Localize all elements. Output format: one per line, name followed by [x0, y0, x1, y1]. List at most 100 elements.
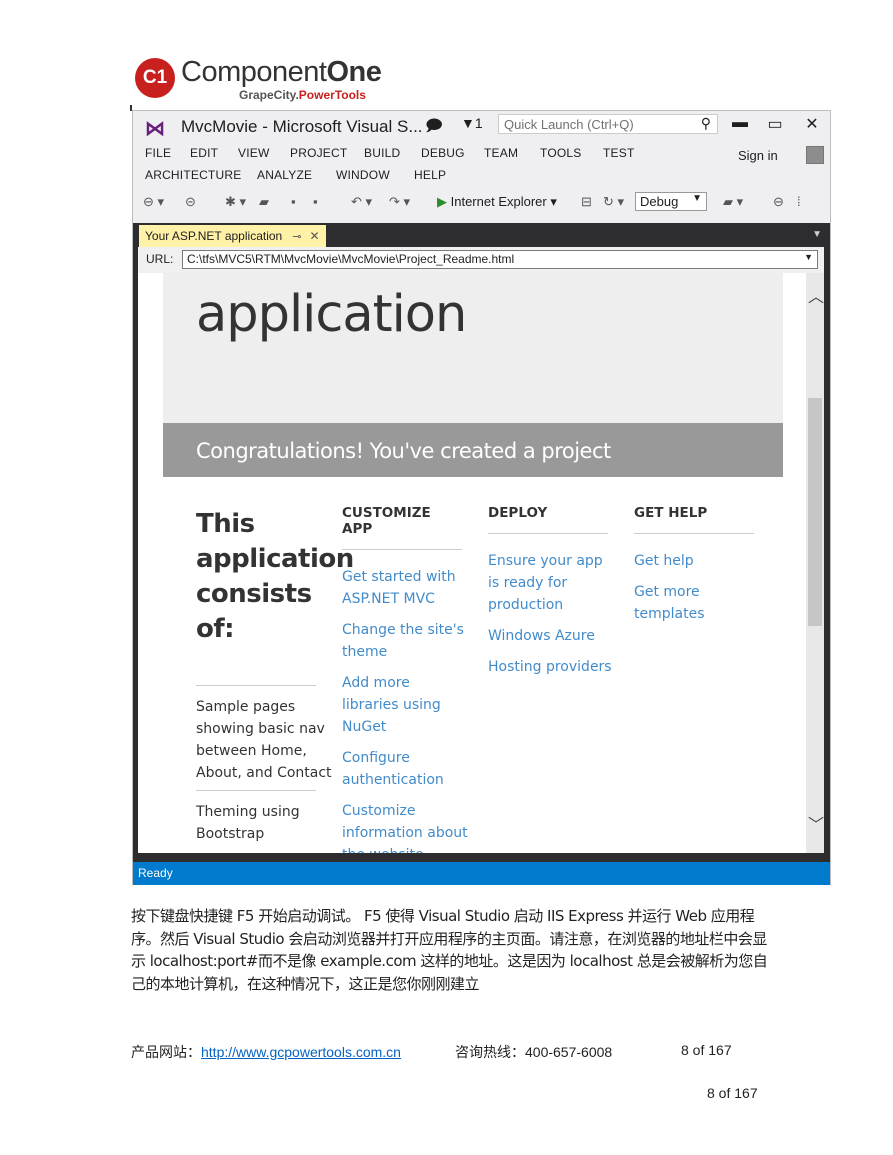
- minimize-icon[interactable]: ▬: [730, 114, 750, 132]
- chevron-down-icon[interactable]: ﹀: [808, 811, 824, 835]
- window-title: MvcMovie - Microsoft Visual S...: [181, 117, 423, 136]
- url-label: URL:: [146, 252, 174, 266]
- browser-link-icon[interactable]: ⊟: [581, 194, 592, 210]
- menu-architecture[interactable]: ARCHITECTURE: [145, 168, 241, 182]
- url-bar: URL: C:\tfs\MVC5\RTM\MvcMovie\MvcMovie\P…: [138, 247, 824, 273]
- menu-project[interactable]: PROJECT: [290, 146, 347, 160]
- scrollbar-thumb[interactable]: [808, 398, 822, 626]
- link-get-help[interactable]: Get help: [634, 550, 760, 572]
- close-icon[interactable]: ✕: [802, 114, 822, 134]
- undo-icon[interactable]: ↶ ▾: [351, 194, 372, 210]
- toolbar-overflow-icon[interactable]: ⊖: [773, 194, 784, 210]
- close-tab-icon[interactable]: ✕: [309, 229, 319, 243]
- intro-item: Theming using Bootstrap: [196, 804, 300, 842]
- congrats-text: Congratulations! You've created a projec…: [196, 439, 611, 463]
- logo-subline: GrapeCity.PowerTools: [239, 88, 366, 102]
- componentone-logo: C1 ComponentOne GrapeCity.PowerTools: [135, 52, 395, 108]
- start-debugging-button[interactable]: ▶ Internet Explorer ▾: [437, 194, 557, 210]
- visual-studio-window: ⋈ MvcMovie - Microsoft Visual S... 🗩 ▼1 …: [132, 110, 831, 885]
- column-customize-app: CUSTOMIZE APP Get started with ASP.NET M…: [342, 505, 468, 853]
- chevron-down-icon[interactable]: ▼: [804, 252, 813, 262]
- logo-wordmark: ComponentOne: [181, 56, 382, 89]
- menu-debug[interactable]: DEBUG: [421, 146, 465, 160]
- status-text: Ready: [138, 866, 173, 880]
- intro-item: Sample pages showing basic nav between H…: [196, 699, 332, 781]
- pin-icon[interactable]: ⊸: [292, 231, 301, 243]
- standard-toolbar: ⊖ ▾ ⊝ ✱ ▾ ▰ ▪ ▪ ↶ ▾ ↷ ▾ ▶ Internet Explo…: [133, 191, 830, 215]
- open-file-icon[interactable]: ▰: [259, 194, 269, 210]
- link-change-theme[interactable]: Change the site's theme: [342, 619, 468, 663]
- link-add-libraries[interactable]: Add more libraries using NuGet: [342, 672, 468, 738]
- tab-label: Your ASP.NET application: [145, 229, 283, 243]
- feedback-filter[interactable]: ▼1: [461, 115, 483, 131]
- refresh-icon[interactable]: ↻ ▾: [603, 194, 624, 210]
- run-target-label: Internet Explorer: [450, 194, 547, 209]
- menu-build[interactable]: BUILD: [364, 146, 400, 160]
- sign-in-link[interactable]: Sign in: [738, 148, 778, 163]
- logo-name-regular: Component: [181, 56, 327, 88]
- link-get-templates[interactable]: Get more templates: [634, 581, 760, 625]
- footer-site-link[interactable]: http://www.gcpowertools.com.cn: [201, 1044, 401, 1060]
- link-windows-azure[interactable]: Windows Azure: [488, 625, 614, 647]
- notifications-icon[interactable]: 🗩: [425, 115, 443, 142]
- find-icon[interactable]: ▰ ▾: [723, 194, 743, 210]
- link-ensure-ready[interactable]: Ensure your app is ready for production: [488, 550, 614, 616]
- back-icon[interactable]: ⊖ ▾: [143, 194, 164, 210]
- quick-launch-placeholder: Quick Launch (Ctrl+Q): [504, 117, 634, 132]
- redo-icon[interactable]: ↷ ▾: [389, 194, 410, 210]
- tab-list-icon[interactable]: ▼: [812, 229, 822, 240]
- maximize-icon[interactable]: ▭: [765, 114, 785, 134]
- tab-readme[interactable]: Your ASP.NET application ⊸ ✕: [139, 225, 326, 247]
- menu-analyze[interactable]: ANALYZE: [257, 168, 312, 182]
- forward-icon[interactable]: ⊝: [185, 194, 196, 210]
- column-heading: DEPLOY: [488, 505, 608, 534]
- menu-team[interactable]: TEAM: [484, 146, 518, 160]
- footer-hotline: 咨询热线：400-657-6008: [455, 1044, 613, 1060]
- menu-edit[interactable]: EDIT: [190, 146, 218, 160]
- body-paragraph: 按下键盘快捷键 F5 开始启动调试。 F5 使得 Visual Studio 启…: [131, 907, 768, 993]
- footer-page-count: 8 of 167: [681, 1042, 732, 1058]
- divider: [196, 685, 316, 686]
- quick-launch-input[interactable]: Quick Launch (Ctrl+Q) ⚲: [498, 114, 718, 134]
- menu-test[interactable]: TEST: [603, 146, 634, 160]
- page-number: 8 of 167: [707, 1085, 758, 1101]
- status-bar: Ready: [133, 862, 830, 885]
- column-deploy: DEPLOY Ensure your app is ready for prod…: [488, 505, 614, 687]
- url-input[interactable]: C:\tfs\MVC5\RTM\MvcMovie\MvcMovie\Projec…: [182, 250, 818, 269]
- menu-window[interactable]: WINDOW: [336, 168, 390, 182]
- title-bar: ⋈ MvcMovie - Microsoft Visual S... 🗩 ▼1 …: [133, 111, 830, 142]
- link-get-started[interactable]: Get started with ASP.NET MVC: [342, 566, 468, 610]
- menu-file[interactable]: FILE: [145, 146, 171, 160]
- url-value: C:\tfs\MVC5\RTM\MvcMovie\MvcMovie\Projec…: [187, 252, 515, 266]
- logo-name-bold: One: [326, 56, 382, 88]
- menu-tools[interactable]: TOOLS: [540, 146, 581, 160]
- menu-bar: FILE EDIT VIEW PROJECT BUILD DEBUG TEAM …: [133, 146, 830, 164]
- footer-site-label: 产品网站：: [131, 1044, 201, 1060]
- intro-heading: This application consists of:: [196, 509, 354, 644]
- save-all-icon[interactable]: ▪: [313, 194, 318, 209]
- column-get-help: GET HELP Get help Get more templates: [634, 505, 760, 634]
- jumbotron: application: [163, 273, 783, 423]
- link-hosting-providers[interactable]: Hosting providers: [488, 656, 614, 678]
- solution-config-select[interactable]: Debug ▼: [635, 192, 707, 211]
- menu-help[interactable]: HELP: [414, 168, 446, 182]
- jumbotron-title: application: [196, 285, 467, 344]
- document-tab-strip: Your ASP.NET application ⊸ ✕ ▼: [133, 223, 830, 247]
- search-icon: ⚲: [700, 115, 711, 131]
- user-account-icon[interactable]: [806, 146, 824, 164]
- new-project-icon[interactable]: ✱ ▾: [225, 194, 246, 210]
- congrats-banner: Congratulations! You've created a projec…: [163, 423, 783, 477]
- column-heading: CUSTOMIZE APP: [342, 505, 462, 550]
- play-icon: ▶: [437, 194, 447, 209]
- link-customize-info[interactable]: Customize information about the website: [342, 800, 468, 853]
- browser-viewport: application Congratulations! You've crea…: [138, 273, 806, 853]
- toolbar-options-icon[interactable]: ⁞: [797, 194, 801, 209]
- column-heading: GET HELP: [634, 505, 754, 534]
- chevron-up-icon[interactable]: ︿: [808, 283, 824, 307]
- menu-view[interactable]: VIEW: [238, 146, 269, 160]
- ide-chrome: ⋈ MvcMovie - Microsoft Visual S... 🗩 ▼1 …: [133, 111, 830, 229]
- link-configure-auth[interactable]: Configure authentication: [342, 747, 468, 791]
- save-icon[interactable]: ▪: [291, 194, 296, 209]
- vertical-scrollbar[interactable]: ︿ ﹀: [806, 273, 824, 853]
- c1-badge-icon: C1: [135, 58, 175, 98]
